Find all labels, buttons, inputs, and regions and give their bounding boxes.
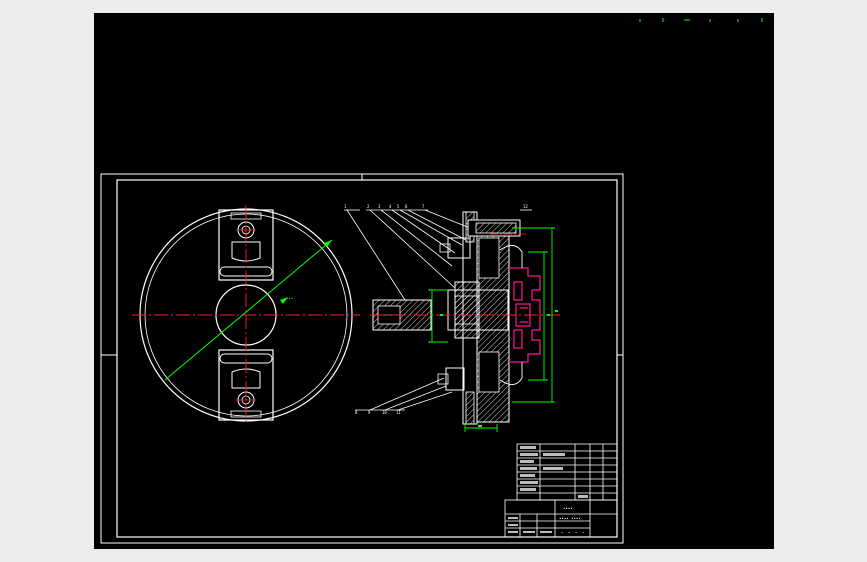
title-scale-3: • — [575, 531, 577, 535]
top-marker-strip — [639, 18, 763, 22]
cad-drawing: • • • 1 2 3 4 5 6 7 8 9 10 11 12 •••• ••••… — [100, 18, 763, 544]
outer-sheet-border — [100, 173, 624, 544]
callout-3: 3 — [378, 204, 381, 209]
callout-4: 4 — [389, 204, 392, 209]
callout-2: 2 — [367, 204, 370, 209]
callout-6: 6 — [405, 204, 408, 209]
title-scale-1: • — [561, 531, 563, 535]
callout-1: 1 — [344, 204, 347, 209]
inner-sheet-border — [116, 179, 618, 538]
callout-8: 8 — [355, 410, 358, 415]
callout-5: 5 — [397, 204, 400, 209]
callout-7: 7 — [422, 204, 425, 209]
disc-view: ••• — [132, 205, 360, 425]
callout-12: 12 — [523, 204, 528, 209]
callout-11: 11 — [396, 410, 401, 415]
bottom-bolt — [445, 367, 465, 391]
callout-10: 10 — [382, 410, 387, 415]
title-block-name: •••• — [563, 506, 573, 511]
callout-9: 9 — [368, 410, 371, 415]
svg-text:•••: ••• — [286, 296, 293, 301]
title-scale-2: • — [568, 531, 570, 535]
title-scale-4: • — [582, 531, 584, 535]
section-view — [344, 209, 560, 432]
sheet-center-marks — [101, 174, 623, 356]
title-block-part-no: •••• •••• — [559, 516, 581, 521]
